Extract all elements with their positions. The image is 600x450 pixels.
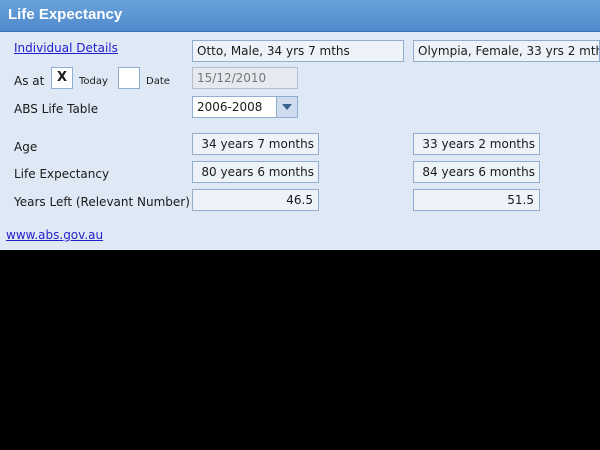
person1-life-expectancy-field[interactable]: 80 years 6 months — [192, 161, 319, 183]
dropdown-button[interactable] — [276, 97, 297, 117]
person2-life-expectancy-field[interactable]: 84 years 6 months — [413, 161, 540, 183]
as-at-label: As at — [14, 74, 45, 88]
date-checkbox[interactable] — [118, 67, 140, 89]
date-label: Date — [146, 76, 170, 87]
person1-age-field[interactable]: 34 years 7 months — [192, 133, 319, 155]
window-title: Life Expectancy — [8, 6, 123, 23]
person2-years-left-field[interactable]: 51.5 — [413, 189, 540, 211]
empty-area — [0, 250, 600, 450]
today-label: Today — [79, 76, 108, 87]
life-table-label: ABS Life Table — [14, 102, 99, 116]
person2-age-field[interactable]: 33 years 2 months — [413, 133, 540, 155]
abs-website-link[interactable]: www.abs.gov.au — [6, 228, 103, 242]
person1-years-left-field[interactable]: 46.5 — [192, 189, 319, 211]
life-expectancy-label: Life Expectancy — [14, 167, 110, 181]
life-table-select[interactable]: 2006-2008 — [192, 96, 298, 118]
person2-summary-field[interactable]: Olympia, Female, 33 yrs 2 mths — [413, 40, 600, 62]
life-expectancy-panel: Life Expectancy Individual Details Otto,… — [0, 0, 600, 250]
age-label: Age — [14, 140, 38, 154]
years-left-label: Years Left (Relevant Number) — [14, 195, 190, 209]
title-bar: Life Expectancy — [0, 0, 600, 32]
today-checkbox[interactable]: X — [51, 67, 73, 89]
person1-summary-field[interactable]: Otto, Male, 34 yrs 7 mths — [192, 40, 404, 62]
individual-details-link[interactable]: Individual Details — [14, 41, 118, 55]
life-table-value: 2006-2008 — [197, 100, 263, 114]
chevron-down-icon — [282, 104, 292, 110]
date-input[interactable]: 15/12/2010 — [192, 67, 298, 89]
